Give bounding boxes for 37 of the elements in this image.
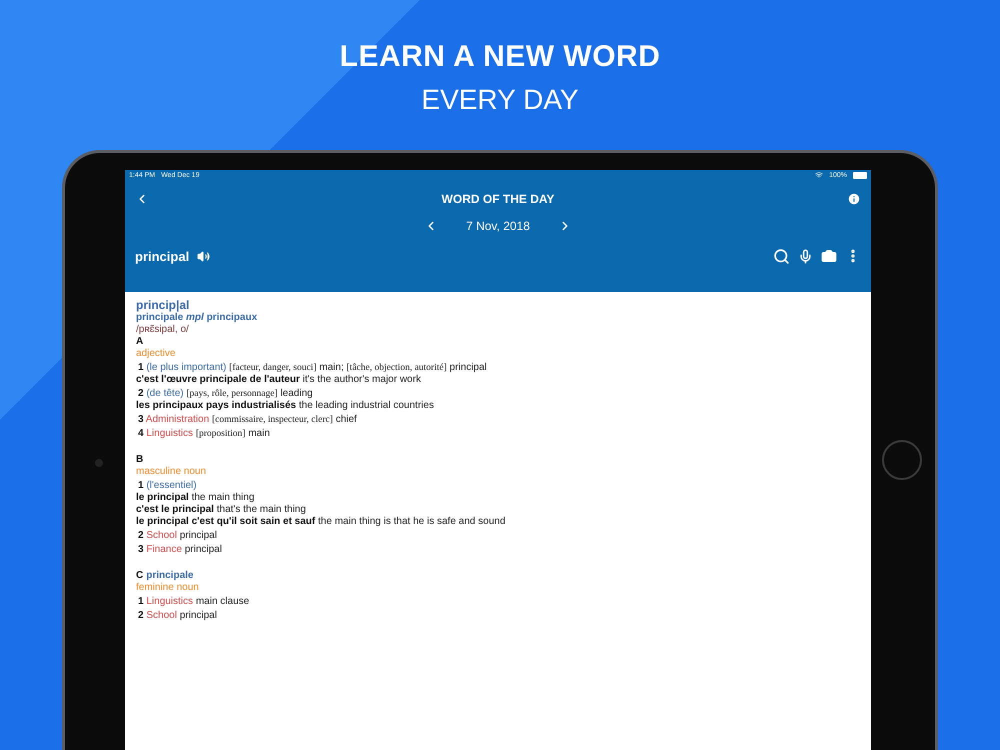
screen-title: WORD OF THE DAY bbox=[440, 192, 556, 206]
section-letter: B bbox=[136, 454, 144, 466]
sense-line: 3 Administration [commissaire, inspecteur, clerc] chief bbox=[137, 414, 358, 426]
wifi-icon bbox=[815, 171, 824, 179]
sense-line: 2 School principal bbox=[137, 610, 218, 622]
camera-button[interactable] bbox=[821, 248, 837, 264]
promo-headline: LEARN A NEW WORD bbox=[340, 40, 660, 74]
speaker-button[interactable] bbox=[197, 250, 210, 262]
info-button[interactable] bbox=[847, 192, 861, 206]
section-letter: C bbox=[136, 570, 144, 582]
entry-forms: principale mpl principaux bbox=[136, 312, 258, 324]
example-line: les principaux pays industrialisés the leading industrial countries bbox=[136, 400, 435, 412]
microphone-button[interactable] bbox=[798, 248, 813, 264]
section-letter: A bbox=[136, 336, 144, 348]
sense-line: 4 Linguistics [proposition] main bbox=[137, 428, 271, 440]
search-button[interactable] bbox=[773, 248, 790, 264]
camera-dot bbox=[95, 459, 103, 467]
battery-icon bbox=[853, 172, 867, 178]
date-label: 7 Nov, 2018 bbox=[466, 219, 530, 233]
example-line: c'est l'œuvre principale de l'auteur it's the author's major work bbox=[136, 374, 422, 386]
entry-headword: princip|al bbox=[136, 298, 190, 312]
word-label: principal bbox=[135, 248, 190, 264]
example-line: le principal c'est qu'il soit sain et sauf the main thing is that he is safe and sound bbox=[136, 516, 506, 528]
promo-subheadline: EVERY DAY bbox=[421, 84, 579, 116]
sense-line: 1 (le plus important) [facteur, danger, souci] main; [tâche, objection, autorité] principal bbox=[137, 362, 488, 374]
sense-line: 3 Finance principal bbox=[137, 544, 223, 556]
sense-line: 2 (de tête) [pays, rôle, personnage] leading bbox=[137, 388, 314, 400]
section-headword: principale bbox=[146, 570, 194, 582]
part-of-speech: adjective bbox=[136, 348, 176, 360]
sense-line: 1 Linguistics main clause bbox=[137, 596, 250, 608]
pronunciation: /pʀɛ̃sipal, o/ bbox=[136, 324, 190, 336]
part-of-speech: feminine noun bbox=[136, 582, 200, 594]
sense-line: 1 (l'essentiel) bbox=[137, 480, 198, 492]
example-line: c'est le principal that's the main thing bbox=[136, 504, 307, 516]
example-line: le principal the main thing bbox=[136, 492, 256, 504]
part-of-speech: masculine noun bbox=[136, 466, 208, 478]
sense-line: 2 School principal bbox=[137, 530, 218, 542]
